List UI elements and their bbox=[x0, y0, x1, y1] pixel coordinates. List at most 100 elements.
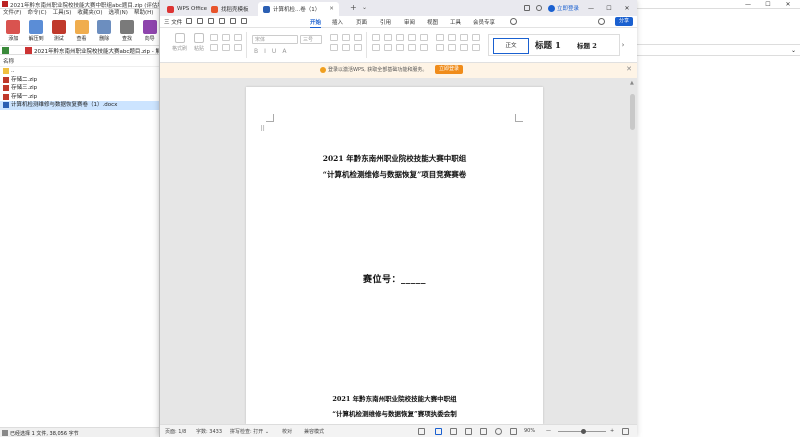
sort-icon[interactable] bbox=[420, 34, 428, 41]
proofread-button[interactable]: 校对 bbox=[282, 428, 292, 435]
align-left-icon[interactable] bbox=[372, 44, 380, 51]
grow-font-icon[interactable] bbox=[330, 34, 338, 41]
fullscreen-icon[interactable] bbox=[622, 428, 629, 435]
tab-template[interactable]: 找稻壳模板 bbox=[206, 2, 254, 16]
spell-check-toggle[interactable]: 拼写检查: 打开 ⌄ bbox=[230, 428, 269, 435]
column-header-name[interactable]: 名称 bbox=[0, 58, 160, 67]
print-preview-icon[interactable] bbox=[219, 18, 225, 24]
tab-view[interactable]: 视图 bbox=[427, 18, 438, 26]
extract-button[interactable]: 解压到 bbox=[26, 18, 47, 44]
save-icon[interactable] bbox=[186, 18, 192, 24]
close-icon[interactable]: ✕ bbox=[626, 65, 632, 73]
maximize-button[interactable]: ☐ bbox=[758, 0, 778, 9]
scroll-up-icon[interactable]: ▲ bbox=[630, 80, 634, 86]
tab-references[interactable]: 引用 bbox=[380, 18, 391, 26]
tab-list-chevron-icon[interactable]: ⌄ bbox=[362, 4, 367, 11]
menu-favorites[interactable]: 收藏夹(O) bbox=[77, 9, 102, 18]
pen-icon[interactable] bbox=[510, 428, 517, 435]
document-canvas[interactable]: ⠿ 2021 年黔东南州职业院校技能大赛中职组 “计算机检测维修与数据恢复”项目… bbox=[160, 78, 637, 424]
tab-document[interactable]: 计算机检...卷（1） ✕ bbox=[258, 2, 339, 16]
chevron-down-icon[interactable]: ⌄ bbox=[791, 47, 796, 54]
table-icon[interactable] bbox=[472, 34, 480, 41]
style-body[interactable]: 正文 bbox=[493, 38, 529, 54]
underline-button[interactable]: U bbox=[272, 48, 276, 55]
tab-wps-office[interactable]: WPS Office bbox=[162, 2, 212, 16]
minimize-button[interactable]: — bbox=[738, 0, 758, 9]
outline-view-icon[interactable] bbox=[450, 428, 457, 435]
superscript-icon[interactable] bbox=[330, 44, 338, 51]
maximize-button[interactable]: ☐ bbox=[603, 5, 615, 12]
bullet-list-icon[interactable] bbox=[372, 34, 380, 41]
page-indicator[interactable]: 页面: 1/8 bbox=[165, 428, 186, 435]
line-spacing-icon[interactable] bbox=[420, 44, 428, 51]
show-marks-icon[interactable] bbox=[436, 34, 444, 41]
shrink-font-icon[interactable] bbox=[342, 34, 350, 41]
login-button[interactable]: 立即登录 bbox=[547, 4, 579, 12]
undo-small-icon[interactable] bbox=[210, 44, 218, 51]
delete-button[interactable]: 删除 bbox=[94, 18, 115, 44]
list-item[interactable]: 存储一.zip bbox=[0, 93, 160, 102]
layout-icon[interactable] bbox=[523, 5, 530, 11]
redo-small-icon[interactable] bbox=[222, 44, 230, 51]
page-view-icon[interactable] bbox=[435, 428, 442, 435]
eye-icon[interactable] bbox=[418, 428, 425, 435]
wizard-button[interactable]: 向导 bbox=[139, 18, 160, 44]
phonetic-icon[interactable] bbox=[354, 34, 362, 41]
bold-button[interactable]: B bbox=[254, 48, 258, 55]
brush-icon[interactable] bbox=[234, 44, 242, 51]
read-mode-icon[interactable] bbox=[480, 428, 487, 435]
web-view-icon[interactable] bbox=[465, 428, 472, 435]
tab-tools[interactable]: 工具 bbox=[450, 18, 461, 26]
list-item-selected[interactable]: 计算机检测维修与数据恢复赛卷（1）.docx bbox=[0, 101, 160, 110]
tab-insert[interactable]: 插入 bbox=[332, 18, 343, 26]
zoom-level[interactable]: 90% bbox=[524, 428, 535, 434]
tab-review[interactable]: 审阅 bbox=[404, 18, 415, 26]
subscript-icon[interactable] bbox=[342, 44, 350, 51]
test-button[interactable]: 测试 bbox=[48, 18, 69, 44]
style-gallery-more-icon[interactable]: › bbox=[616, 36, 630, 54]
add-button[interactable]: 添加 bbox=[3, 18, 24, 44]
close-button[interactable]: ✕ bbox=[778, 0, 798, 9]
cut-icon[interactable] bbox=[210, 34, 218, 41]
list-item[interactable]: .. bbox=[0, 67, 160, 76]
scroll-thumb[interactable] bbox=[630, 94, 635, 130]
notice-login-button[interactable]: 立即登录 bbox=[435, 65, 464, 74]
list-item[interactable]: 存储三.zip bbox=[0, 84, 160, 93]
justify-icon[interactable] bbox=[408, 44, 416, 51]
up-folder-icon[interactable] bbox=[2, 47, 9, 54]
highlight-icon[interactable] bbox=[354, 44, 362, 51]
shading-icon[interactable] bbox=[448, 34, 456, 41]
share-button[interactable]: 分享 bbox=[614, 17, 633, 26]
feedback-icon[interactable] bbox=[598, 18, 605, 25]
tab-start[interactable]: 开始 bbox=[310, 18, 322, 28]
print-icon[interactable] bbox=[208, 18, 214, 24]
border-icon[interactable] bbox=[460, 34, 468, 41]
indent-icon[interactable] bbox=[408, 34, 416, 41]
menu-command[interactable]: 命令(C) bbox=[27, 9, 46, 18]
outdent-icon[interactable] bbox=[396, 34, 404, 41]
zoom-in-button[interactable]: + bbox=[610, 428, 614, 434]
zoom-slider-knob[interactable] bbox=[581, 429, 586, 434]
word-count[interactable]: 字数: 3433 bbox=[196, 428, 222, 435]
close-button[interactable]: ✕ bbox=[621, 5, 633, 12]
copy-icon[interactable] bbox=[222, 34, 230, 41]
list-item[interactable]: 存储二.zip bbox=[0, 76, 160, 85]
style-heading-2[interactable]: 标题 2 bbox=[577, 38, 597, 54]
distribute-icon[interactable] bbox=[436, 44, 444, 51]
number-list-icon[interactable] bbox=[384, 34, 392, 41]
fill-icon[interactable] bbox=[472, 44, 480, 51]
style-heading-1[interactable]: 标题 1 bbox=[535, 38, 561, 54]
menu-file[interactable]: 文件(F) bbox=[3, 9, 21, 18]
format-painter-button[interactable]: 格式刷 bbox=[172, 33, 187, 52]
char-border-icon[interactable] bbox=[460, 44, 468, 51]
skin-icon[interactable] bbox=[535, 5, 542, 11]
minimize-button[interactable]: — bbox=[585, 5, 597, 12]
zoom-out-button[interactable]: — bbox=[546, 428, 551, 434]
search-icon[interactable] bbox=[510, 18, 517, 25]
align-center-icon[interactable] bbox=[384, 44, 392, 51]
menu-options[interactable]: 选项(N) bbox=[109, 9, 128, 18]
globe-icon[interactable] bbox=[495, 428, 502, 435]
tab-member[interactable]: 会员专享 bbox=[473, 18, 495, 26]
close-tab-icon[interactable]: ✕ bbox=[329, 6, 334, 12]
new-tab-button[interactable]: + bbox=[350, 3, 357, 12]
